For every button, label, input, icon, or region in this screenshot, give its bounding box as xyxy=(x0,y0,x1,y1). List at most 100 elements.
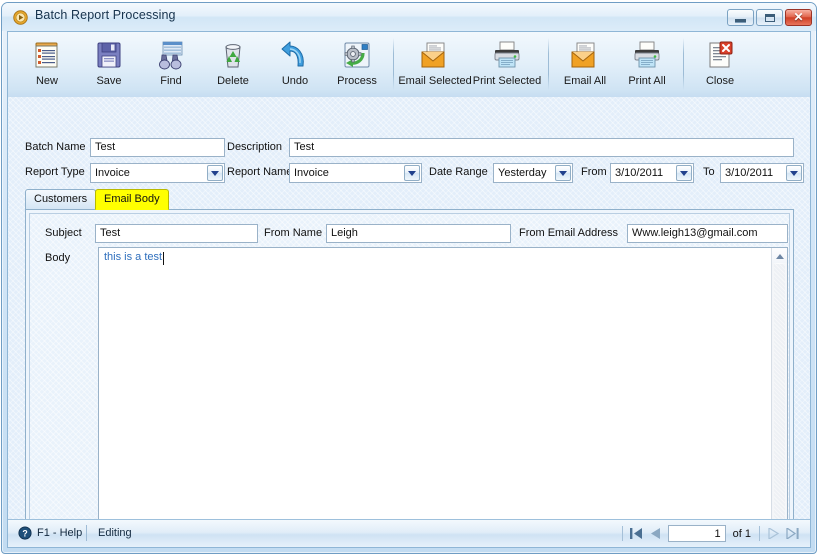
play-circle-icon xyxy=(13,10,28,25)
new-document-icon xyxy=(35,42,58,68)
status-bar: ? F1 - Help Editing 1 of 1 xyxy=(8,519,810,547)
question-mark-icon[interactable]: ? xyxy=(18,526,32,540)
tab-panel-inner: Subject Test From Name Leigh From Email … xyxy=(29,213,790,543)
nav-separator xyxy=(621,526,623,541)
toolbar-button-undo[interactable]: Undo xyxy=(264,34,326,94)
toolbar-button-print-all[interactable]: Print All xyxy=(616,34,678,94)
tab-customers[interactable]: Customers xyxy=(25,189,97,210)
batch-name-input[interactable]: Test xyxy=(90,138,225,157)
toolbar-label: Save xyxy=(96,75,122,87)
toolbar: New Save Find Delete Undo Process Email … xyxy=(8,32,810,98)
email-envelope-icon xyxy=(571,42,595,68)
toolbar-separator xyxy=(548,38,549,90)
toolbar-button-find[interactable]: Find xyxy=(140,34,202,94)
body-textarea[interactable]: this is a test xyxy=(98,247,788,534)
maximize-button[interactable] xyxy=(756,9,783,26)
toolbar-button-email-all[interactable]: Email All xyxy=(554,34,616,94)
last-record-button[interactable] xyxy=(783,524,802,543)
from-date-label: From xyxy=(581,166,607,178)
minimize-icon xyxy=(735,19,746,23)
date-range-select[interactable]: Yesterday xyxy=(493,163,573,183)
report-type-label: Report Type xyxy=(25,166,85,178)
record-navigator: 1 of 1 xyxy=(618,523,802,544)
nav-separator xyxy=(759,526,760,541)
toolbar-button-close[interactable]: Close xyxy=(689,34,751,94)
from-email-input[interactable]: Www.leigh13@gmail.com xyxy=(627,224,788,243)
tab-email-body[interactable]: Email Body xyxy=(95,189,169,210)
chevron-down-icon[interactable] xyxy=(786,165,802,181)
to-date-picker[interactable]: 3/10/2011 xyxy=(720,163,804,183)
recycle-bin-icon xyxy=(225,44,241,68)
body-label: Body xyxy=(45,252,71,264)
from-date-picker[interactable]: 3/10/2011 xyxy=(610,163,694,183)
undo-arrow-icon xyxy=(281,41,304,67)
toolbar-label: New xyxy=(35,75,58,87)
toolbar-label: Print All xyxy=(628,75,666,87)
gear-process-icon xyxy=(344,42,370,68)
toolbar-button-email-selected[interactable]: Email Selected xyxy=(398,34,472,94)
text-caret xyxy=(163,252,164,265)
to-date-label: To xyxy=(703,166,715,178)
to-date-value: 3/10/2011 xyxy=(725,167,774,179)
maximize-icon xyxy=(765,14,775,22)
page-count-label: of 1 xyxy=(732,527,751,540)
subject-label: Subject xyxy=(45,227,82,239)
chevron-down-icon[interactable] xyxy=(555,165,571,181)
window-title: Batch Report Processing xyxy=(35,8,176,22)
toolbar-button-delete[interactable]: Delete xyxy=(202,34,264,94)
printer-icon xyxy=(634,41,660,68)
tab-panel-email-body: Subject Test From Name Leigh From Email … xyxy=(25,209,794,547)
from-name-input[interactable]: Leigh xyxy=(326,224,511,243)
toolbar-button-save[interactable]: Save xyxy=(78,34,140,94)
printer-icon xyxy=(494,41,520,68)
report-type-select[interactable]: Invoice xyxy=(90,163,225,183)
status-separator xyxy=(86,525,87,541)
body-vertical-scrollbar[interactable] xyxy=(771,248,787,533)
page-number-input[interactable]: 1 xyxy=(667,525,726,542)
scroll-up-arrow-icon[interactable] xyxy=(772,248,787,263)
chevron-down-icon[interactable] xyxy=(676,165,692,181)
from-date-value: 3/10/2011 xyxy=(615,167,664,179)
chevron-down-icon[interactable] xyxy=(404,165,420,181)
toolbar-button-print-selected[interactable]: Print Selected xyxy=(471,34,543,94)
next-record-button[interactable] xyxy=(764,524,783,543)
previous-record-button[interactable] xyxy=(646,524,665,543)
batch-name-label: Batch Name xyxy=(25,141,86,153)
minimize-button[interactable] xyxy=(727,9,754,26)
close-window-button[interactable]: ✕ xyxy=(785,9,812,26)
first-record-button[interactable] xyxy=(627,524,646,543)
description-label: Description xyxy=(227,141,283,153)
body-text: this is a test xyxy=(104,251,163,263)
toolbar-separator xyxy=(393,38,394,90)
subject-input[interactable]: Test xyxy=(95,224,258,243)
floppy-disk-icon xyxy=(97,42,121,68)
toolbar-label: Email Selected xyxy=(398,75,472,87)
toolbar-label: Close xyxy=(705,75,735,87)
toolbar-label: Print Selected xyxy=(472,75,542,87)
form-area: Batch Name Test Description Test Report … xyxy=(8,97,810,547)
date-range-label: Date Range xyxy=(429,166,488,178)
window-client-area: New Save Find Delete Undo Process Email … xyxy=(7,31,811,548)
description-input[interactable]: Test xyxy=(289,138,794,157)
from-email-label: From Email Address xyxy=(519,227,619,239)
report-name-label: Report Name xyxy=(227,166,293,178)
edit-mode-label: Editing xyxy=(98,527,132,539)
toolbar-label: Find xyxy=(160,75,182,87)
report-name-value: Invoice xyxy=(294,167,329,179)
report-type-value: Invoice xyxy=(95,167,130,179)
report-name-select[interactable]: Invoice xyxy=(289,163,422,183)
email-envelope-icon xyxy=(421,42,445,68)
toolbar-label: Email All xyxy=(563,75,607,87)
toolbar-separator xyxy=(683,38,684,90)
application-window: Batch Report Processing ✕ New Save Find … xyxy=(1,2,817,554)
toolbar-button-new[interactable]: New xyxy=(16,34,78,94)
title-bar: Batch Report Processing ✕ xyxy=(2,3,816,31)
scroll-track[interactable] xyxy=(774,264,785,531)
chevron-down-icon[interactable] xyxy=(207,165,223,181)
help-label[interactable]: F1 - Help xyxy=(37,527,82,539)
close-icon: ✕ xyxy=(793,10,804,24)
date-range-value: Yesterday xyxy=(498,167,547,179)
toolbar-button-process[interactable]: Process xyxy=(326,34,388,94)
toolbar-label: Process xyxy=(337,75,377,87)
close-document-icon xyxy=(709,41,733,68)
